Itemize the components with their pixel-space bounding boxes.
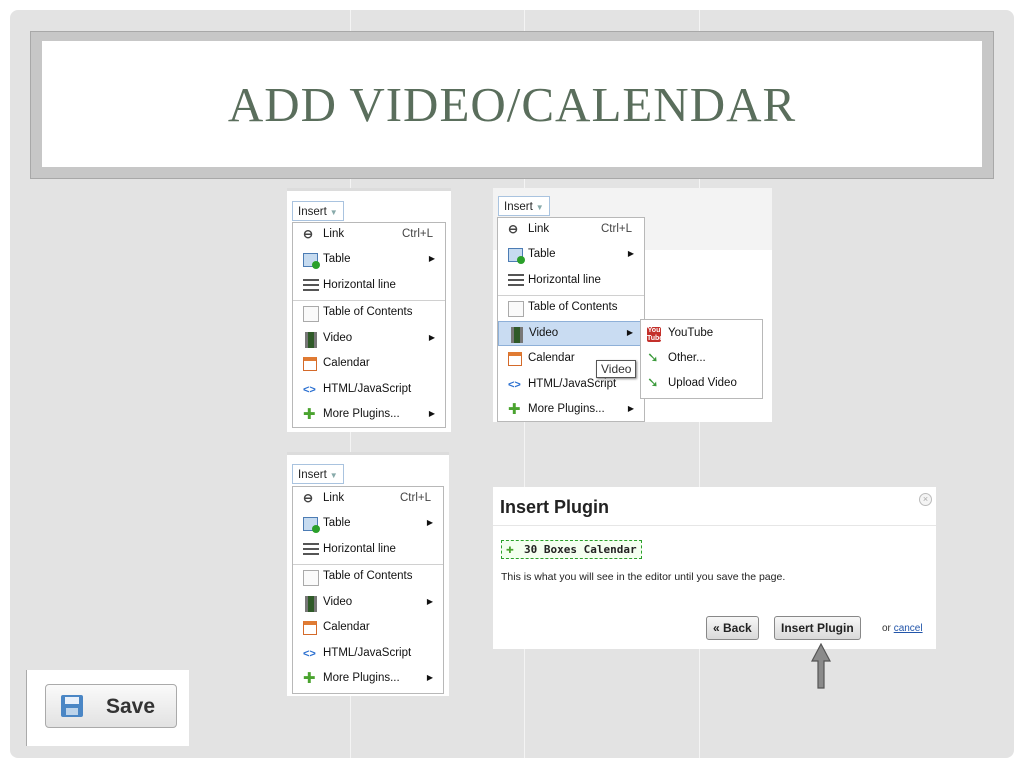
code-icon: <> xyxy=(303,648,316,660)
submenu-item-other[interactable]: ➘ Other... xyxy=(641,347,762,372)
insert-menu-screenshot-2: Insert ▼ ⊖ Link Ctrl+L Table ▶ Horizontal li… xyxy=(493,188,772,422)
menu-item-video[interactable]: Video ▶ xyxy=(293,591,443,616)
arrow-right-icon: ▶ xyxy=(426,597,433,606)
film-icon xyxy=(511,327,523,343)
or-cancel: or cancel xyxy=(882,623,923,634)
back-button[interactable]: « Back xyxy=(706,616,759,640)
insert-menu-button[interactable]: Insert ▼ xyxy=(292,464,344,484)
menu-item-html-javascript[interactable]: <> HTML/JavaScript xyxy=(293,378,445,403)
link-icon: ⊖ xyxy=(303,227,314,241)
table-icon xyxy=(303,517,320,533)
plugin-name: 30 Boxes Calendar xyxy=(524,543,637,556)
submenu-item-upload-video[interactable]: ➘ Upload Video xyxy=(641,372,762,397)
menu-item-calendar[interactable]: Calendar xyxy=(293,616,443,641)
document-icon xyxy=(303,306,319,322)
dialog-title: Insert Plugin xyxy=(500,497,610,517)
menu-item-link[interactable]: ⊖ Link Ctrl+L xyxy=(498,218,644,243)
cancel-link[interactable]: cancel xyxy=(894,623,923,634)
youtube-icon: You Tube xyxy=(647,327,664,342)
close-icon[interactable]: × xyxy=(919,493,932,506)
code-icon: <> xyxy=(303,384,316,396)
menu-item-horizontal-line[interactable]: Horizontal line xyxy=(498,269,644,294)
menu-item-table[interactable]: Table ▶ xyxy=(293,248,445,273)
document-icon xyxy=(303,570,319,586)
menu-item-table-of-contents[interactable]: Table of Contents xyxy=(293,565,443,590)
up-arrow-icon xyxy=(811,643,831,689)
horizontal-line-icon xyxy=(303,543,319,559)
menu-item-video[interactable]: Video ▶ xyxy=(293,327,445,352)
arrow-right-icon: ▶ xyxy=(627,404,634,413)
title-box: ADD VIDEO/CALENDAR xyxy=(42,41,982,167)
horizontal-line-icon xyxy=(508,274,524,290)
slide-title: ADD VIDEO/CALENDAR xyxy=(227,76,797,132)
arrow-right-icon: ▶ xyxy=(428,333,435,342)
green-arrow-icon: ➘ xyxy=(647,349,659,365)
table-icon xyxy=(508,248,525,264)
video-tooltip: Video xyxy=(596,360,637,378)
chevron-down-icon: ▼ xyxy=(329,471,338,480)
puzzle-icon: ✚ xyxy=(303,406,316,423)
insert-plugin-button[interactable]: Insert Plugin xyxy=(774,616,861,640)
save-button-screenshot: Save xyxy=(26,670,189,746)
horizontal-line-icon xyxy=(303,279,319,295)
insert-menu-button[interactable]: Insert ▼ xyxy=(498,196,550,216)
menu-item-table[interactable]: Table ▶ xyxy=(498,243,644,268)
arrow-right-icon: ▶ xyxy=(426,518,433,527)
plugin-placeholder[interactable]: ✚ 30 Boxes Calendar xyxy=(501,540,642,559)
menu-item-html-javascript[interactable]: <> HTML/JavaScript xyxy=(293,642,443,667)
link-icon: ⊖ xyxy=(303,491,314,505)
calendar-icon xyxy=(508,352,522,366)
menu-item-more-plugins[interactable]: ✚ More Plugins... ▶ xyxy=(293,667,443,692)
menu-item-more-plugins[interactable]: ✚ More Plugins... ▶ xyxy=(498,398,644,422)
insert-plugin-dialog: Insert Plugin × ✚ 30 Boxes Calendar This … xyxy=(493,487,936,649)
insert-menu: ⊖ Link Ctrl+L Table ▶ Horizontal line Table… xyxy=(292,222,446,428)
film-icon xyxy=(305,596,317,612)
chevron-down-icon: ▼ xyxy=(329,208,338,217)
table-icon xyxy=(303,253,320,269)
puzzle-icon: ✚ xyxy=(506,542,514,557)
menu-item-table[interactable]: Table ▶ xyxy=(293,512,443,537)
menu-item-video-highlighted[interactable]: Video ▶ xyxy=(498,321,644,346)
arrow-right-icon: ▶ xyxy=(428,254,435,263)
insert-menu: ⊖ Link Ctrl+L Table ▶ Horizontal line Table… xyxy=(292,486,444,694)
menu-item-calendar[interactable]: Calendar xyxy=(293,352,445,377)
arrow-right-icon: ▶ xyxy=(626,328,633,337)
plugin-description: This is what you will see in the editor … xyxy=(501,571,786,583)
menu-item-more-plugins[interactable]: ✚ More Plugins... ▶ xyxy=(293,403,445,428)
title-frame: ADD VIDEO/CALENDAR xyxy=(30,31,994,179)
insert-menu: ⊖ Link Ctrl+L Table ▶ Horizontal line Table… xyxy=(497,217,645,422)
menu-item-table-of-contents[interactable]: Table of Contents xyxy=(498,296,644,321)
insert-menu-screenshot-1: Insert ▼ ⊖ Link Ctrl+L Table ▶ Horizontal li… xyxy=(287,188,451,432)
link-icon: ⊖ xyxy=(508,222,519,236)
insert-menu-screenshot-3: Insert ▼ ⊖ Link Ctrl+L Table ▶ Horizontal li… xyxy=(287,452,449,696)
menu-item-horizontal-line[interactable]: Horizontal line xyxy=(293,538,443,563)
document-icon xyxy=(508,301,524,317)
insert-menu-button[interactable]: Insert ▼ xyxy=(292,201,344,221)
menu-item-link[interactable]: ⊖ Link Ctrl+L xyxy=(293,223,445,248)
submenu-item-youtube[interactable]: You Tube YouTube xyxy=(641,322,762,347)
menu-item-horizontal-line[interactable]: Horizontal line xyxy=(293,274,445,299)
floppy-disk-icon xyxy=(61,695,83,717)
chevron-down-icon: ▼ xyxy=(535,203,544,212)
green-arrow-icon: ➘ xyxy=(647,374,659,390)
save-button[interactable]: Save xyxy=(45,684,177,728)
video-submenu: You Tube YouTube ➘ Other... ➘ Upload Video xyxy=(640,319,763,399)
calendar-icon xyxy=(303,621,317,635)
arrow-right-icon: ▶ xyxy=(428,409,435,418)
calendar-icon xyxy=(303,357,317,371)
menu-item-table-of-contents[interactable]: Table of Contents xyxy=(293,301,445,326)
film-icon xyxy=(305,332,317,348)
save-label: Save xyxy=(106,695,156,718)
menu-item-link[interactable]: ⊖ Link Ctrl+L xyxy=(293,487,443,512)
arrow-right-icon: ▶ xyxy=(426,673,433,682)
puzzle-icon: ✚ xyxy=(303,670,316,687)
arrow-right-icon: ▶ xyxy=(627,249,634,258)
code-icon: <> xyxy=(508,379,521,391)
puzzle-icon: ✚ xyxy=(508,401,521,418)
